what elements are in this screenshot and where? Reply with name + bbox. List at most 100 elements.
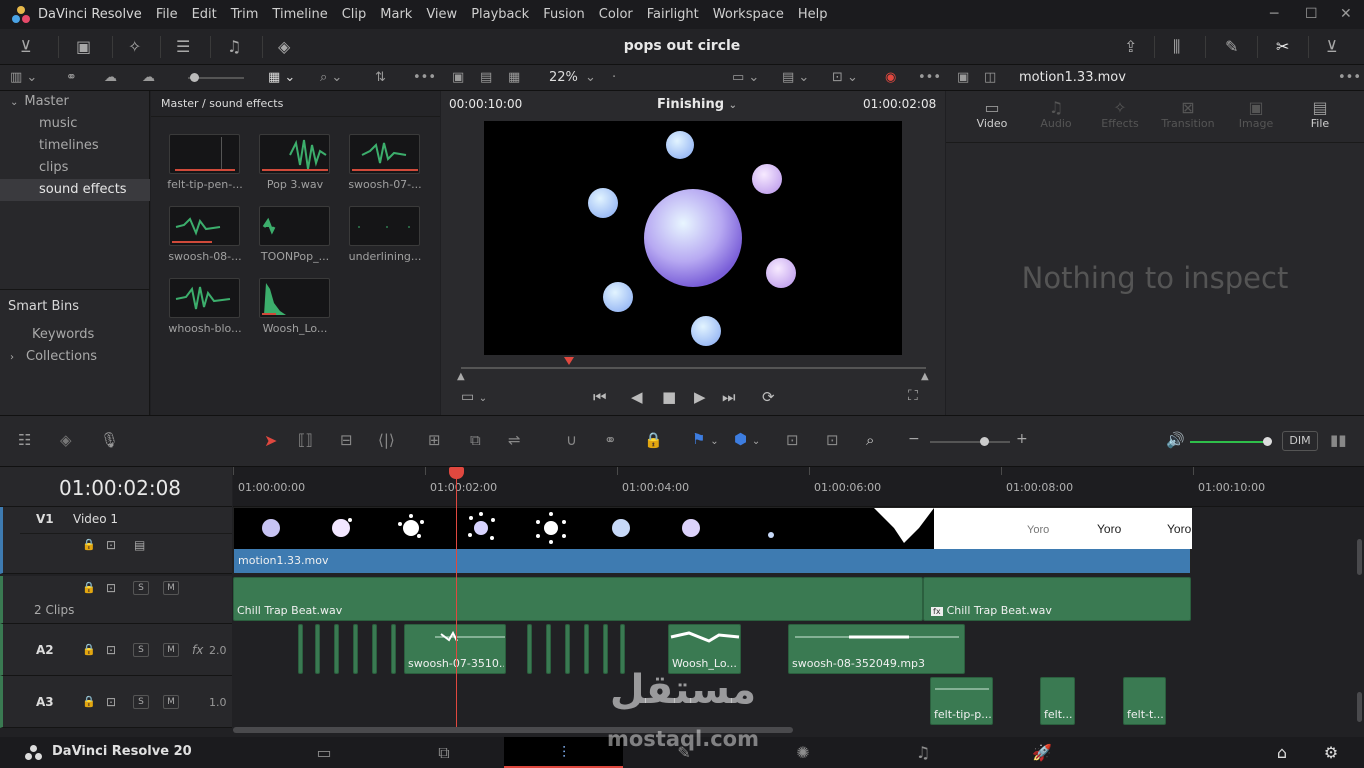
menu-color[interactable]: Color <box>599 7 633 22</box>
minimize-icon[interactable]: ─ <box>1270 6 1278 22</box>
grid-view-icon[interactable]: ▦ ⌄ <box>268 65 295 91</box>
menu-timeline[interactable]: Timeline <box>272 7 327 22</box>
menu-mark[interactable]: Mark <box>380 7 412 22</box>
menu-view[interactable]: View <box>426 7 457 22</box>
menu-clip[interactable]: Clip <box>342 7 367 22</box>
play-reverse-icon[interactable]: ◀ <box>631 388 643 406</box>
last-frame-icon[interactable]: ⏭ <box>722 388 736 406</box>
home-icon[interactable]: ⌂ <box>1262 737 1302 768</box>
clip-thumbnail[interactable] <box>169 134 240 174</box>
track-lock-icon[interactable]: 🔒 <box>82 581 96 594</box>
bin-clips[interactable]: clips <box>0 157 150 179</box>
audio-clip[interactable]: Chill Trap Beat.wav <box>233 577 923 621</box>
link-icon[interactable]: ⚭ <box>66 65 77 91</box>
zoom-level[interactable]: 22% <box>549 65 578 91</box>
viewer-dual-icon[interactable]: ▦ <box>508 65 520 91</box>
zoom-in-icon[interactable]: + <box>1016 431 1028 447</box>
scrubber-playhead[interactable] <box>564 357 574 365</box>
tab-image[interactable]: ▣ Image <box>1232 98 1280 130</box>
keyframe-toggle-icon[interactable]: ◈ <box>60 431 72 449</box>
safe-area-icon[interactable]: ▤ ⌄ <box>782 65 809 91</box>
tab-file[interactable]: ▤ File <box>1296 98 1344 130</box>
timeline-options-icon[interactable]: ☷ <box>18 431 31 449</box>
viewer-mode[interactable]: Finishing ⌄ <box>657 97 737 112</box>
audio-clip[interactable] <box>391 624 396 674</box>
mute-button[interactable]: M <box>163 581 179 595</box>
color-icon[interactable]: ◉ <box>885 65 896 91</box>
audio-clip[interactable]: felt-tip-p... <box>930 677 993 725</box>
audio-clip[interactable]: felt... <box>1040 677 1075 725</box>
tab-audio[interactable]: ♫ Audio <box>1032 98 1080 130</box>
track-lock-icon[interactable]: 🔒 <box>82 538 96 551</box>
audio-clip[interactable] <box>565 624 570 674</box>
render-icon[interactable]: ⇪ <box>1124 29 1137 65</box>
search-icon[interactable]: ⌕ ⌄ <box>320 65 342 91</box>
mixer-icon[interactable]: ⫼ <box>1173 29 1180 65</box>
trim-tool-icon[interactable]: ⟦⟧ <box>298 431 313 449</box>
menu-fusion[interactable]: Fusion <box>543 7 585 22</box>
inspector-icon[interactable]: ✂ <box>1276 29 1289 65</box>
transform-icon[interactable]: ⊡ ⌄ <box>832 65 858 91</box>
lock-icon[interactable]: 🔒 <box>644 431 663 449</box>
audio-clip[interactable] <box>353 624 358 674</box>
viewer-film-icon[interactable]: ▤ <box>480 65 492 91</box>
selection-tool-icon[interactable]: ➤ <box>264 431 277 450</box>
track-header-a2[interactable]: A2 🔒 ⊡ S M fx 2.0 <box>0 624 232 676</box>
timeline-v-scrollbar[interactable] <box>1357 539 1362 575</box>
clip-thumbnail[interactable] <box>169 206 240 246</box>
close-icon[interactable]: ✕ <box>1340 6 1352 22</box>
first-frame-icon[interactable]: ⏮ <box>593 388 607 406</box>
media-page-icon[interactable]: ▭ <box>304 737 344 768</box>
cut-page-icon[interactable]: ⧉ <box>424 737 464 768</box>
marker-icon[interactable]: ⬢ ⌄ <box>734 430 760 448</box>
video-clip[interactable]: Yoro Yoro Yoro motion1.33.mov <box>233 507 1192 574</box>
smart-bin-keywords[interactable]: Keywords <box>0 324 150 346</box>
fairlight-page-icon[interactable]: ♫ <box>903 737 943 768</box>
meters-icon[interactable]: ▮▮ <box>1330 431 1347 449</box>
volume-slider-thumb[interactable] <box>1263 437 1272 446</box>
track-header-a1[interactable]: 🔒 ⊡ S M 2 Clips <box>0 576 232 624</box>
track-header-v1[interactable]: V1 Video 1 🔒 ⊡ ▤ <box>0 507 232 574</box>
viewer-image-icon[interactable]: ▣ <box>452 65 464 91</box>
audio-clip[interactable]: felt-t... <box>1123 677 1166 725</box>
video-clip-bar[interactable]: motion1.33.mov <box>234 549 1190 573</box>
menu-file[interactable]: File <box>156 7 178 22</box>
auto-select-icon[interactable]: ⊡ <box>106 538 116 552</box>
more-options-icon[interactable]: ••• <box>413 65 436 91</box>
playhead-line[interactable] <box>456 471 457 727</box>
smart-bin-collections[interactable]: › Collections <box>0 346 150 368</box>
mute-button[interactable]: M <box>163 643 179 657</box>
inspector-split-icon[interactable]: ◫ <box>984 65 996 91</box>
solo-button[interactable]: S <box>133 695 149 709</box>
loop-icon[interactable]: ⟳ <box>762 388 775 406</box>
clip-thumbnail[interactable] <box>169 278 240 318</box>
deliver-page-icon[interactable]: 🚀 <box>1022 737 1062 768</box>
audio-clip[interactable]: fx Chill Trap Beat.wav <box>923 577 1191 621</box>
voiceover-icon[interactable]: 🎙 <box>100 431 119 449</box>
auto-select-icon[interactable]: ⊡ <box>106 695 116 709</box>
viewer-size-icon[interactable]: ▭ ⌄ <box>732 65 759 91</box>
stop-icon[interactable]: ■ <box>662 388 676 406</box>
audio-clip[interactable]: swoosh-08-352049.mp3 <box>788 624 965 674</box>
menu-playback[interactable]: Playback <box>471 7 529 22</box>
settings-gear-icon[interactable]: ⚙ <box>1311 737 1351 768</box>
panel-layout-icon[interactable]: ▥ ⌄ <box>10 65 37 91</box>
insert-clip-icon[interactable]: ⊞ <box>428 431 441 449</box>
flag-icon[interactable]: ⚑ ⌄ <box>692 430 719 448</box>
audio-clip[interactable] <box>334 624 339 674</box>
bin-sound-effects[interactable]: sound effects <box>0 179 150 201</box>
bin-timelines[interactable]: timelines <box>0 135 150 157</box>
volume-slider[interactable] <box>1190 441 1266 443</box>
audio-clip[interactable]: swoosh-07-3510... <box>404 624 506 674</box>
audio-clip[interactable] <box>372 624 377 674</box>
audio-clip[interactable] <box>315 624 320 674</box>
chat-icon[interactable]: ☁ <box>104 65 117 91</box>
color-page-icon[interactable]: ✺ <box>783 737 823 768</box>
menu-edit[interactable]: Edit <box>192 7 217 22</box>
overwrite-clip-icon[interactable]: ⧉ <box>470 431 481 449</box>
audio-clip[interactable] <box>527 624 532 674</box>
play-icon[interactable]: ▶ <box>694 388 706 406</box>
timeline-v-scrollbar[interactable] <box>1357 692 1362 722</box>
dynamic-trim-icon[interactable]: ⊟ <box>340 431 353 449</box>
audio-clip[interactable] <box>584 624 589 674</box>
